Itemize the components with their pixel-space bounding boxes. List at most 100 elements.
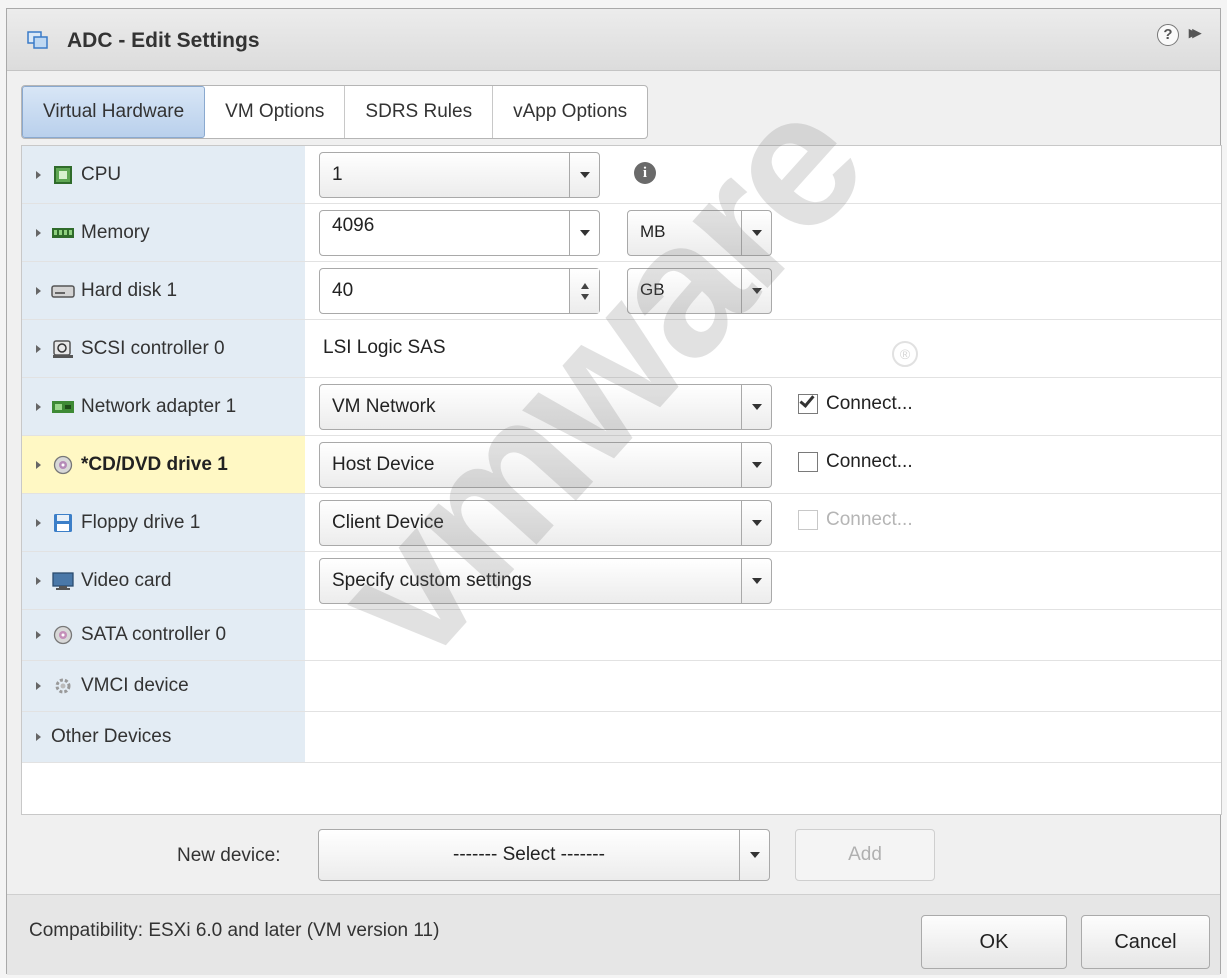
new-device-value: ------- Select ------- xyxy=(453,844,605,865)
cd-dvd-connect-checkbox[interactable]: Connect... xyxy=(798,451,913,473)
hardware-row-floppy: Floppy drive 1 Client Device Connect... xyxy=(22,494,1221,552)
network-connect-label: Connect... xyxy=(826,393,913,414)
network-connect-checkbox[interactable]: Connect... xyxy=(798,392,913,415)
expand-triangle-icon xyxy=(36,733,41,741)
memory-icon xyxy=(52,227,74,238)
video-card-select[interactable]: Specify custom settings xyxy=(319,558,772,604)
expand-triangle-icon xyxy=(36,682,41,690)
question-circle-icon[interactable]: ? xyxy=(1157,24,1179,46)
double-chevron-right-icon[interactable]: ▸▸ xyxy=(1189,23,1201,43)
expand-triangle-icon xyxy=(36,286,41,295)
expand-triangle-icon xyxy=(36,228,41,237)
floppy-icon xyxy=(54,513,72,532)
scsi-type: LSI Logic SAS xyxy=(323,337,446,358)
expand-video-card[interactable]: Video card xyxy=(22,552,305,609)
expand-cpu[interactable]: CPU xyxy=(22,146,305,203)
info-icon[interactable]: i xyxy=(634,162,656,184)
chevron-down-icon[interactable] xyxy=(569,211,599,255)
hardware-row-vmci: VMCI device xyxy=(22,661,1221,712)
expand-scsi[interactable]: SCSI controller 0 xyxy=(22,320,305,377)
expand-vmci[interactable]: VMCI device xyxy=(22,661,305,711)
hard-disk-size-input[interactable]: 40 xyxy=(319,268,600,314)
sata-controller-icon xyxy=(53,625,73,645)
chevron-down-icon xyxy=(741,443,771,487)
chevron-down-icon xyxy=(739,830,769,880)
cd-dvd-icon xyxy=(53,455,73,474)
checkbox-unchecked-icon xyxy=(798,452,818,472)
cpu-label: CPU xyxy=(81,163,122,185)
floppy-value: Client Device xyxy=(332,512,444,533)
expand-triangle-icon xyxy=(36,170,41,179)
stepper-icon[interactable] xyxy=(569,269,599,313)
cd-dvd-label: *CD/DVD drive 1 xyxy=(81,453,228,475)
expand-triangle-icon xyxy=(36,344,41,353)
chevron-down-icon xyxy=(741,501,771,545)
add-device-button[interactable]: Add xyxy=(795,829,935,881)
expand-triangle-icon xyxy=(36,631,41,639)
tab-bar: Virtual Hardware VM Options SDRS Rules v… xyxy=(21,85,649,139)
floppy-label: Floppy drive 1 xyxy=(81,511,201,533)
floppy-select[interactable]: Client Device xyxy=(319,500,772,546)
expand-triangle-icon xyxy=(36,402,41,411)
tab-sdrs-rules[interactable]: SDRS Rules xyxy=(345,86,494,138)
expand-floppy[interactable]: Floppy drive 1 xyxy=(22,494,305,551)
expand-cd-dvd[interactable]: *CD/DVD drive 1 xyxy=(22,436,305,493)
hardware-row-other: Other Devices xyxy=(22,712,1221,763)
vm-icon xyxy=(27,31,48,49)
floppy-connect-checkbox: Connect... xyxy=(798,509,913,531)
ok-button[interactable]: OK xyxy=(921,915,1067,969)
hardware-row-scsi: SCSI controller 0 LSI Logic SAS xyxy=(22,320,1221,378)
memory-unit-select[interactable]: MB xyxy=(627,210,772,256)
tab-vm-options[interactable]: VM Options xyxy=(205,86,346,138)
edit-settings-dialog: ADC - Edit Settings ? ▸▸ Virtual Hardwar… xyxy=(6,8,1222,975)
expand-triangle-icon xyxy=(36,576,41,585)
sata-label: SATA controller 0 xyxy=(81,624,227,645)
new-device-select[interactable]: ------- Select ------- xyxy=(318,829,770,881)
cancel-button[interactable]: Cancel xyxy=(1081,915,1210,969)
new-device-label: New device: xyxy=(177,845,281,866)
chevron-down-icon xyxy=(741,211,771,255)
hard-disk-unit-select[interactable]: GB xyxy=(627,268,772,314)
expand-sata[interactable]: SATA controller 0 xyxy=(22,610,305,660)
virtual-hardware-grid: ® CPU 1 i Memory 4096 MB Hard disk 1 40 … xyxy=(21,59,1222,815)
checkbox-disabled-icon xyxy=(798,510,818,530)
network-adapter-icon xyxy=(52,400,74,413)
compatibility-text: Compatibility: ESXi 6.0 and later (VM ve… xyxy=(29,920,440,941)
hard-disk-value: 40 xyxy=(332,280,354,301)
vmci-label: VMCI device xyxy=(81,675,189,696)
cpu-value: 1 xyxy=(332,164,343,185)
hardware-row-sata: SATA controller 0 xyxy=(22,610,1221,661)
hardware-row-cpu: CPU 1 i xyxy=(22,146,1221,204)
hardware-row-network: Network adapter 1 VM Network Connect... xyxy=(22,378,1221,436)
expand-triangle-icon xyxy=(36,460,41,469)
expand-other-devices[interactable]: Other Devices xyxy=(22,712,305,762)
dialog-titlebar: ADC - Edit Settings ? ▸▸ xyxy=(7,9,1220,71)
expand-memory[interactable]: Memory xyxy=(22,204,305,261)
cd-dvd-select[interactable]: Host Device xyxy=(319,442,772,488)
network-adapter-label: Network adapter 1 xyxy=(81,395,237,417)
floppy-connect-label: Connect... xyxy=(826,509,913,530)
tab-virtual-hardware[interactable]: Virtual Hardware xyxy=(22,86,206,138)
vmci-device-icon xyxy=(55,678,71,694)
chevron-down-icon xyxy=(741,269,771,313)
expand-network-adapter[interactable]: Network adapter 1 xyxy=(22,378,305,435)
expand-triangle-icon xyxy=(36,518,41,527)
tab-vapp-options[interactable]: vApp Options xyxy=(493,86,647,138)
scsi-label: SCSI controller 0 xyxy=(81,337,225,359)
checkbox-checked-icon xyxy=(798,392,818,414)
hardware-row-memory: Memory 4096 MB xyxy=(22,204,1221,262)
chevron-down-icon xyxy=(569,153,599,197)
cd-dvd-connect-label: Connect... xyxy=(826,451,913,472)
video-card-label: Video card xyxy=(81,569,172,591)
hard-disk-label: Hard disk 1 xyxy=(81,279,178,301)
network-select[interactable]: VM Network xyxy=(319,384,772,430)
cd-dvd-value: Host Device xyxy=(332,454,435,475)
hard-disk-unit: GB xyxy=(640,280,665,299)
expand-hard-disk[interactable]: Hard disk 1 xyxy=(22,262,305,319)
chevron-down-icon xyxy=(741,559,771,603)
cpu-select[interactable]: 1 xyxy=(319,152,600,198)
hard-disk-icon xyxy=(51,284,75,298)
video-card-icon xyxy=(52,571,74,590)
memory-input[interactable]: 4096 xyxy=(319,210,600,256)
hardware-row-video: Video card Specify custom settings xyxy=(22,552,1221,610)
